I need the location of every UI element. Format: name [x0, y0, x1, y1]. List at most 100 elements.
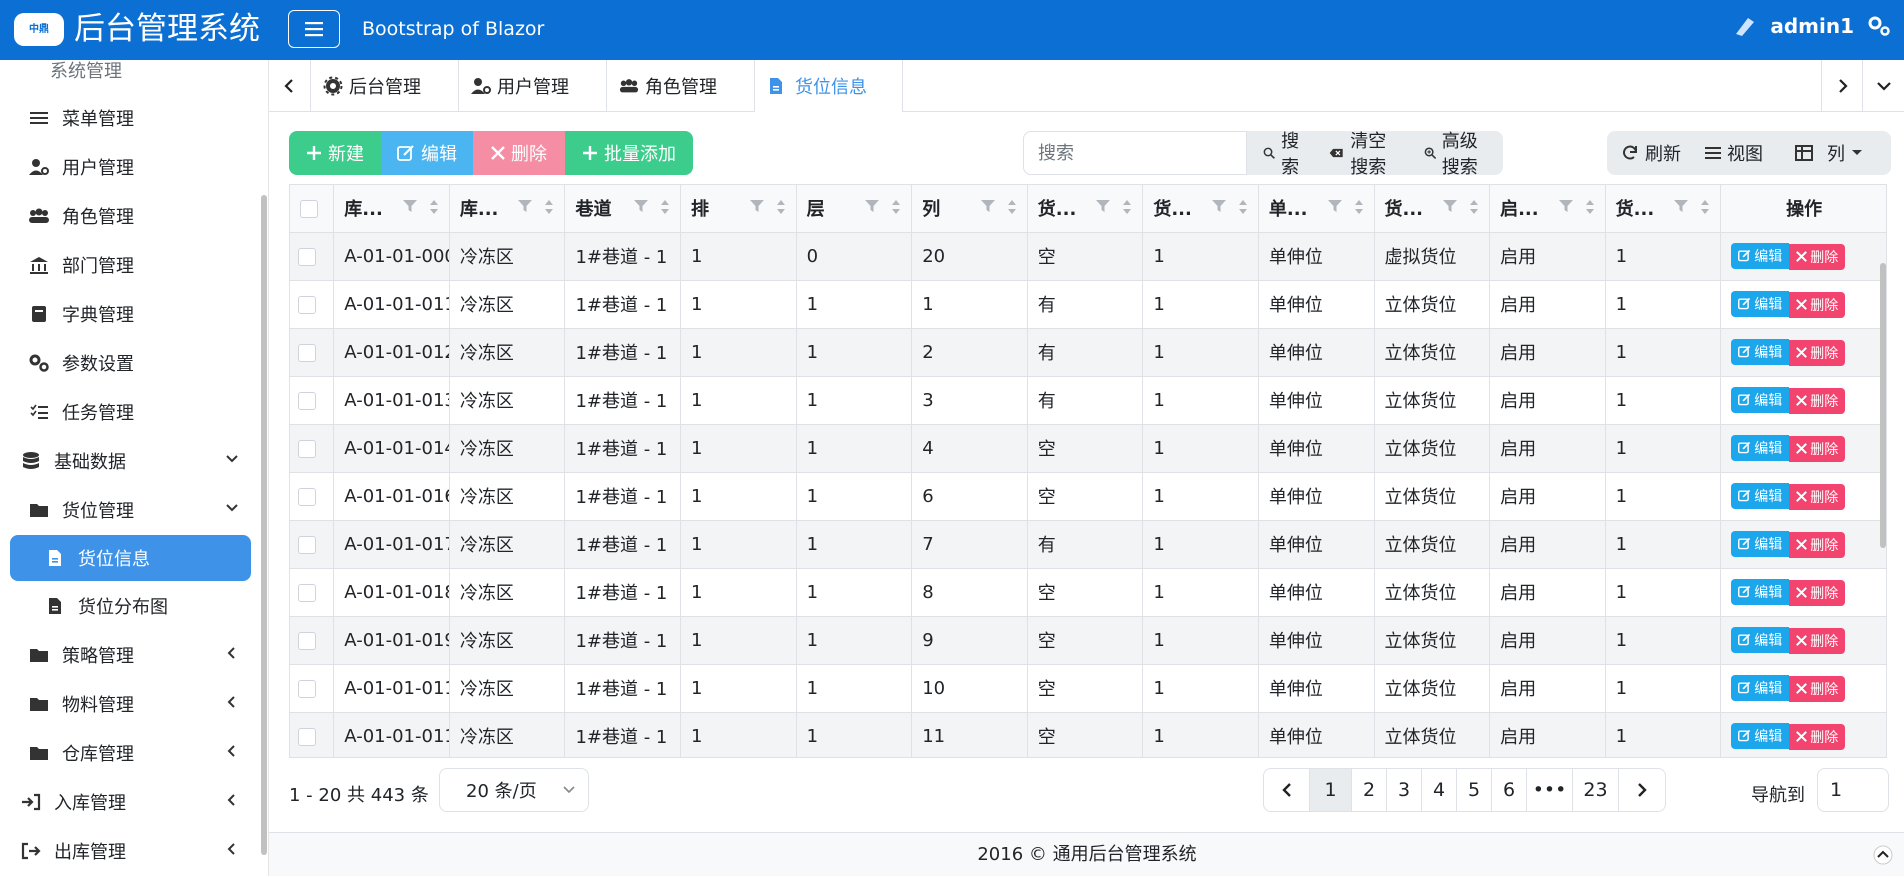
search-input[interactable]	[1023, 131, 1247, 175]
sidebar-item-tasks[interactable]: 任务管理	[0, 390, 262, 434]
row-checkbox[interactable]	[298, 487, 316, 506]
filter-icon[interactable]	[1327, 199, 1342, 213]
sidebar-item-dictionary[interactable]: 字典管理	[0, 292, 262, 336]
page-button[interactable]: 23	[1573, 769, 1619, 811]
row-checkbox[interactable]	[298, 583, 316, 602]
table-row[interactable]: A-01-01-019 冷冻区 1#巷道 - 1 1 1 9 空 1 单伸位 立体货位 启用 1 编辑删…	[290, 616, 1886, 665]
column-header[interactable]: 排	[680, 185, 797, 233]
filter-icon[interactable]	[518, 199, 533, 213]
sidebar-item-materials[interactable]: 物料管理	[0, 682, 262, 726]
column-header[interactable]: 库...	[333, 185, 450, 233]
sidebar-item-location-management[interactable]: 货位管理	[0, 488, 262, 532]
filter-icon[interactable]	[634, 199, 649, 213]
column-header[interactable]: 货...	[1374, 185, 1491, 233]
column-header[interactable]: 货...	[1142, 185, 1259, 233]
row-delete-button[interactable]: 删除	[1789, 387, 1846, 414]
refresh-button[interactable]: 刷新	[1607, 131, 1693, 175]
view-button[interactable]: 视图	[1693, 131, 1775, 175]
sort-icon[interactable]	[891, 199, 901, 215]
row-edit-button[interactable]: 编辑	[1731, 626, 1790, 653]
row-checkbox[interactable]	[298, 727, 316, 746]
filter-icon[interactable]	[1558, 199, 1573, 213]
table-row[interactable]: A-01-01-013 冷冻区 1#巷道 - 1 1 1 3 有 1 单伸位 立体货位 启用 1 编辑删…	[290, 376, 1886, 425]
sort-icon[interactable]	[1700, 199, 1710, 215]
row-delete-button[interactable]: 删除	[1789, 243, 1846, 270]
page-button[interactable]: 4	[1422, 769, 1457, 811]
select-all-checkbox[interactable]	[300, 199, 318, 218]
tab-scroll-left-button[interactable]	[269, 60, 311, 112]
prev-page-button[interactable]	[1264, 769, 1310, 811]
sidebar-item-users[interactable]: 用户管理	[0, 145, 262, 189]
edit-button[interactable]: 编辑	[381, 131, 473, 175]
row-edit-button[interactable]: 编辑	[1731, 530, 1790, 557]
row-delete-button[interactable]: 删除	[1789, 291, 1846, 318]
sort-icon[interactable]	[660, 199, 670, 215]
tab-roles[interactable]: 角色管理	[607, 60, 755, 112]
new-button[interactable]: 新建	[289, 131, 381, 175]
advanced-search-button[interactable]: 高级搜索	[1412, 131, 1504, 178]
sidebar-item-location-map[interactable]: 货位分布图	[0, 584, 262, 628]
column-header[interactable]: 巷道	[564, 185, 682, 233]
tab-users[interactable]: 用户管理	[459, 60, 607, 112]
row-delete-button[interactable]: 删除	[1789, 531, 1846, 558]
row-delete-button[interactable]: 删除	[1789, 339, 1846, 366]
filter-icon[interactable]	[865, 199, 880, 213]
page-button[interactable]: 1	[1310, 769, 1352, 811]
table-row[interactable]: A-01-01-016 冷冻区 1#巷道 - 1 1 1 6 空 1 单伸位 立体货位 启用 1 编辑删…	[290, 472, 1886, 521]
page-button[interactable]: 5	[1457, 769, 1492, 811]
columns-dropdown-button[interactable]: 列	[1775, 131, 1875, 175]
filter-icon[interactable]	[1096, 199, 1111, 213]
row-delete-button[interactable]: 删除	[1789, 627, 1846, 654]
delete-button[interactable]: 删除	[473, 131, 565, 175]
row-delete-button[interactable]: 删除	[1789, 435, 1846, 462]
row-delete-button[interactable]: 删除	[1789, 723, 1846, 750]
tab-menu-button[interactable]	[1863, 60, 1904, 112]
table-row[interactable]: A-01-01-0111冷冻区1#巷道 - 11111空1单伸位立体货位启用1编…	[290, 712, 1886, 757]
sidebar-item-departments[interactable]: 部门管理	[0, 243, 262, 287]
table-row[interactable]: A-01-01-0110冷冻区1#巷道 - 11110空1单伸位立体货位启用1编…	[290, 664, 1886, 713]
table-row[interactable]: A-01-01-018 冷冻区 1#巷道 - 1 1 1 8 空 1 单伸位 立体货位 启用 1 编辑删…	[290, 568, 1886, 617]
sort-icon[interactable]	[429, 199, 439, 215]
row-edit-button[interactable]: 编辑	[1731, 482, 1790, 509]
table-row[interactable]: A-01-01-000 冷冻区 1#巷道 - 1 1 0 20 空 1 单伸位 虚拟货位 启用 1 编辑…	[290, 232, 1886, 281]
row-edit-button[interactable]: 编辑	[1731, 722, 1790, 749]
table-scrollbar[interactable]	[1880, 263, 1886, 548]
menu-toggle-button[interactable]	[288, 10, 340, 48]
row-edit-button[interactable]: 编辑	[1731, 290, 1790, 317]
page-button[interactable]: 3	[1387, 769, 1422, 811]
sort-icon[interactable]	[1122, 199, 1132, 215]
column-header[interactable]: 层	[796, 185, 913, 233]
filter-icon[interactable]	[402, 199, 417, 213]
row-delete-button[interactable]: 删除	[1789, 579, 1846, 606]
row-edit-button[interactable]: 编辑	[1731, 338, 1790, 365]
page-button[interactable]: 2	[1352, 769, 1387, 811]
clear-search-button[interactable]: 清空搜索	[1317, 131, 1411, 178]
sidebar-item-system[interactable]: 系统管理	[0, 60, 262, 92]
column-header[interactable]: 单...	[1258, 185, 1375, 233]
batch-add-button[interactable]: 批量添加	[565, 131, 693, 175]
row-edit-button[interactable]: 编辑	[1731, 434, 1790, 461]
sort-icon[interactable]	[1354, 199, 1364, 215]
column-header[interactable]: 列	[911, 185, 1028, 233]
goto-page-input[interactable]: 1	[1817, 768, 1889, 812]
filter-icon[interactable]	[980, 199, 995, 213]
sidebar-item-menu[interactable]: 菜单管理	[0, 96, 262, 140]
sidebar-item-strategy[interactable]: 策略管理	[0, 633, 262, 677]
row-edit-button[interactable]: 编辑	[1731, 242, 1790, 269]
sidebar-item-warehouse[interactable]: 仓库管理	[0, 731, 262, 775]
row-checkbox[interactable]	[298, 631, 316, 650]
table-row[interactable]: A-01-01-012 冷冻区 1#巷道 - 1 1 1 2 有 1 单伸位 立体货位 启用 1 编辑删…	[290, 328, 1886, 377]
column-header[interactable]: 货...	[1027, 185, 1144, 233]
sort-icon[interactable]	[776, 199, 786, 215]
row-edit-button[interactable]: 编辑	[1731, 674, 1790, 701]
next-page-button[interactable]	[1619, 769, 1665, 811]
row-checkbox[interactable]	[298, 535, 316, 554]
row-checkbox[interactable]	[298, 391, 316, 410]
row-checkbox[interactable]	[298, 439, 316, 458]
row-checkbox[interactable]	[298, 247, 316, 266]
sort-icon[interactable]	[1007, 199, 1017, 215]
sort-icon[interactable]	[544, 199, 554, 215]
row-edit-button[interactable]: 编辑	[1731, 386, 1790, 413]
page-ellipsis-button[interactable]: •••	[1527, 769, 1573, 811]
sidebar-item-inbound[interactable]: 入库管理	[0, 780, 262, 824]
